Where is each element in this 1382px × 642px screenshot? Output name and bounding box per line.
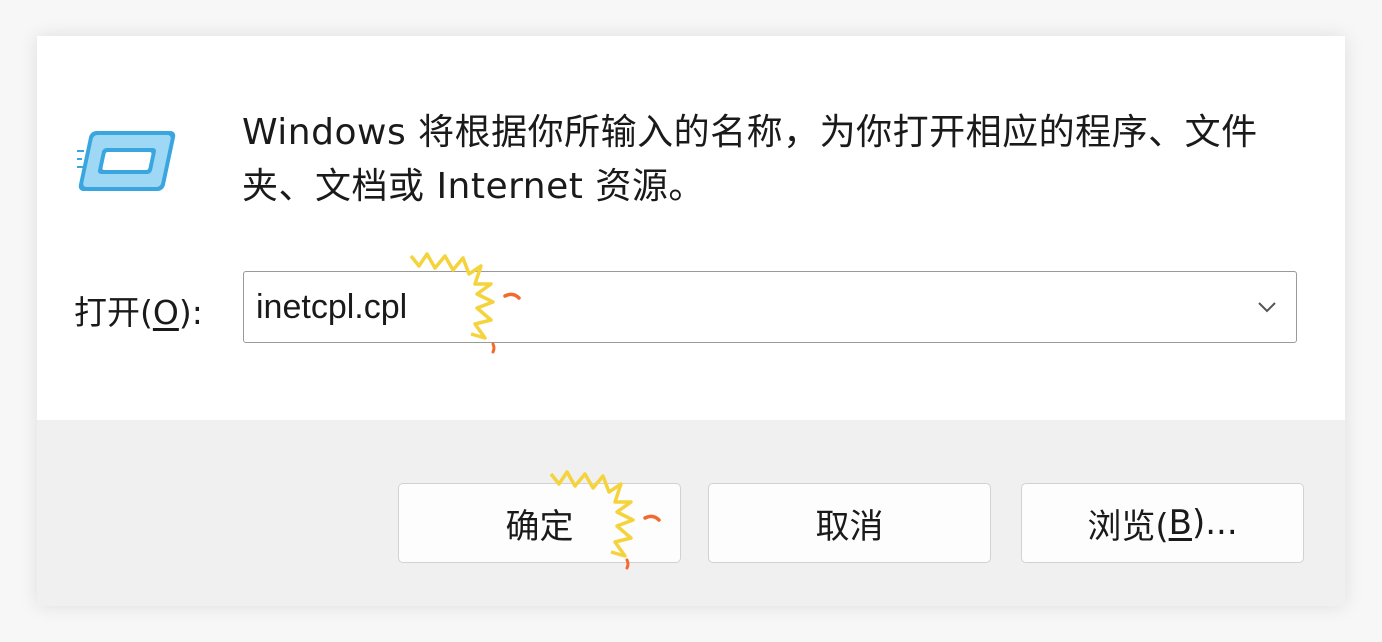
dialog-content-pane: Windows 将根据你所输入的名称，为你打开相应的程序、文件夹、文档或 Int…	[37, 36, 1345, 420]
cancel-button[interactable]: 取消	[708, 483, 991, 563]
run-dialog: Windows 将根据你所输入的名称，为你打开相应的程序、文件夹、文档或 Int…	[37, 36, 1345, 606]
open-input[interactable]	[254, 272, 1218, 343]
run-window-icon	[77, 131, 176, 191]
open-combobox[interactable]	[243, 271, 1297, 343]
open-label-suffix: ):	[178, 293, 203, 332]
browse-label-suffix: )...	[1191, 503, 1238, 543]
open-label-prefix: 打开(	[74, 293, 153, 332]
open-label: 打开(O):	[74, 286, 203, 334]
ok-button[interactable]: 确定	[398, 483, 681, 563]
open-label-accelerator: O	[152, 293, 179, 332]
chevron-down-icon[interactable]	[1254, 294, 1280, 320]
browse-label-prefix: 浏览(	[1087, 506, 1169, 547]
browse-button[interactable]: 浏览(B)...	[1021, 483, 1304, 563]
browse-label-accelerator: B	[1168, 503, 1192, 543]
dialog-description: Windows 将根据你所输入的名称，为你打开相应的程序、文件夹、文档或 Int…	[242, 112, 1258, 207]
